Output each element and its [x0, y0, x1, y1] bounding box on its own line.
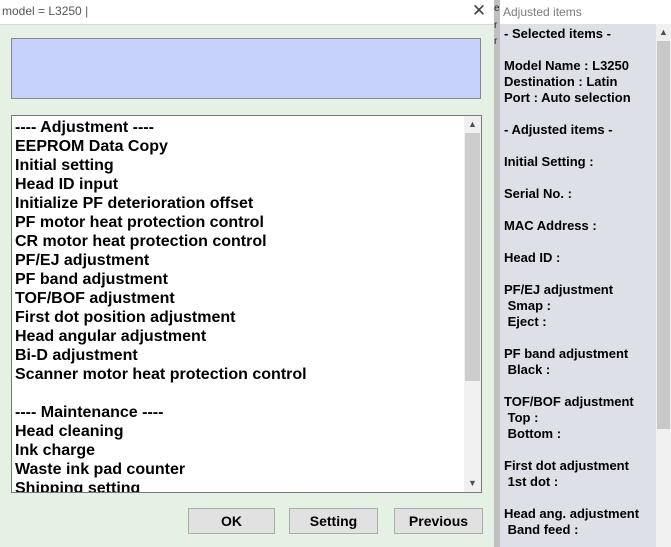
list-item-first-dot-position[interactable]: First dot position adjustment [15, 308, 461, 327]
list-item-scanner-motor-heat[interactable]: Scanner motor heat protection control [15, 365, 461, 384]
list-item-pf-band-adjustment[interactable]: PF band adjustment [15, 270, 461, 289]
model-name-line: Model Name : L3250 [504, 58, 629, 73]
destination-line: Destination : Latin [504, 74, 618, 89]
selected-items-header: - Selected items - [504, 26, 611, 41]
adjusted-items-header: - Adjusted items - [504, 122, 613, 137]
band-feed-line: Band feed : [504, 522, 579, 537]
dialog-title: model = L3250 | [2, 4, 89, 18]
adjustment-listbox[interactable]: ---- Adjustment ---- EEPROM Data Copy In… [11, 115, 482, 493]
first-dot-line: 1st dot : [504, 474, 559, 489]
list-item-head-id-input[interactable]: Head ID input [15, 175, 461, 194]
previous-button[interactable]: Previous [394, 508, 483, 534]
listbox-items: ---- Adjustment ---- EEPROM Data Copy In… [15, 118, 461, 492]
list-item-bi-d-adjustment[interactable]: Bi-D adjustment [15, 346, 461, 365]
listbox-scroll-thumb[interactable] [465, 133, 480, 381]
adjustment-dialog: model = L3250 | ✕ ---- Adjustment ---- E… [0, 0, 494, 547]
adjusted-items-panel: Adjusted items - Selected items - Model … [500, 0, 671, 547]
message-display-box [11, 38, 481, 99]
titlebar-divider [0, 24, 494, 25]
scroll-up-icon[interactable]: ▲ [464, 116, 481, 133]
head-ang-adjustment-line: Head ang. adjustment [504, 506, 640, 521]
list-item-eeprom-data-copy[interactable]: EEPROM Data Copy [15, 137, 461, 156]
scroll-up-icon[interactable]: ▲ [656, 24, 671, 41]
list-item-initial-setting[interactable]: Initial setting [15, 156, 461, 175]
list-item-ink-charge[interactable]: Ink charge [15, 441, 461, 460]
list-item-head-angular[interactable]: Head angular adjustment [15, 327, 461, 346]
divider-mark: e [494, 3, 500, 14]
bottom-line: Bottom : [504, 426, 562, 441]
ok-button[interactable]: OK [188, 508, 275, 534]
scroll-down-icon[interactable]: ▼ [464, 475, 481, 492]
setting-button[interactable]: Setting [289, 508, 378, 534]
list-item-pf-motor-heat[interactable]: PF motor heat protection control [15, 213, 461, 232]
pf-band-adjustment-line: PF band adjustment [504, 346, 629, 361]
list-item-pf-ej-adjustment[interactable]: PF/EJ adjustment [15, 251, 461, 270]
mac-address-line: MAC Address : [504, 218, 597, 233]
adjusted-items-title: Adjusted items [503, 5, 582, 19]
list-item-waste-ink-pad-counter[interactable]: Waste ink pad counter [15, 460, 461, 479]
port-line: Port : Auto selection [504, 90, 631, 105]
serial-no-line: Serial No. : [504, 186, 572, 201]
initial-setting-line: Initial Setting : [504, 154, 594, 169]
list-item-initialize-pf-offset[interactable]: Initialize PF deterioration offset [15, 194, 461, 213]
divider-mark: r [494, 36, 498, 47]
top-line: Top : [504, 410, 539, 425]
pf-ej-adjustment-line: PF/EJ adjustment [504, 282, 614, 297]
listbox-scrollbar[interactable]: ▲ ▼ [464, 116, 481, 492]
black-line: Black : [504, 362, 551, 377]
adjusted-items-scroll-thumb[interactable] [657, 41, 670, 429]
list-item-maintenance-header[interactable]: ---- Maintenance ---- [15, 403, 461, 422]
eject-line: Eject : [504, 314, 547, 329]
dialog-titlebar: model = L3250 | ✕ [0, 0, 494, 24]
close-icon[interactable]: ✕ [468, 0, 490, 22]
adjusted-items-titlebar: Adjusted items [500, 0, 671, 24]
head-id-line: Head ID : [504, 250, 561, 265]
list-item-cr-motor-heat[interactable]: CR motor heat protection control [15, 232, 461, 251]
list-item-shipping-setting[interactable]: Shipping setting [15, 479, 461, 492]
list-item-head-cleaning[interactable]: Head cleaning [15, 422, 461, 441]
smap-line: Smap : [504, 298, 551, 313]
first-dot-adjustment-line: First dot adjustment [504, 458, 629, 473]
list-item-tof-bof-adjustment[interactable]: TOF/BOF adjustment [15, 289, 461, 308]
adjusted-items-scrollbar[interactable]: ▲ [656, 24, 671, 547]
divider-mark: r [494, 20, 498, 31]
list-item-adjustment-header[interactable]: ---- Adjustment ---- [15, 118, 461, 137]
tof-bof-adjustment-line: TOF/BOF adjustment [504, 394, 634, 409]
list-item-blank[interactable] [15, 384, 461, 403]
